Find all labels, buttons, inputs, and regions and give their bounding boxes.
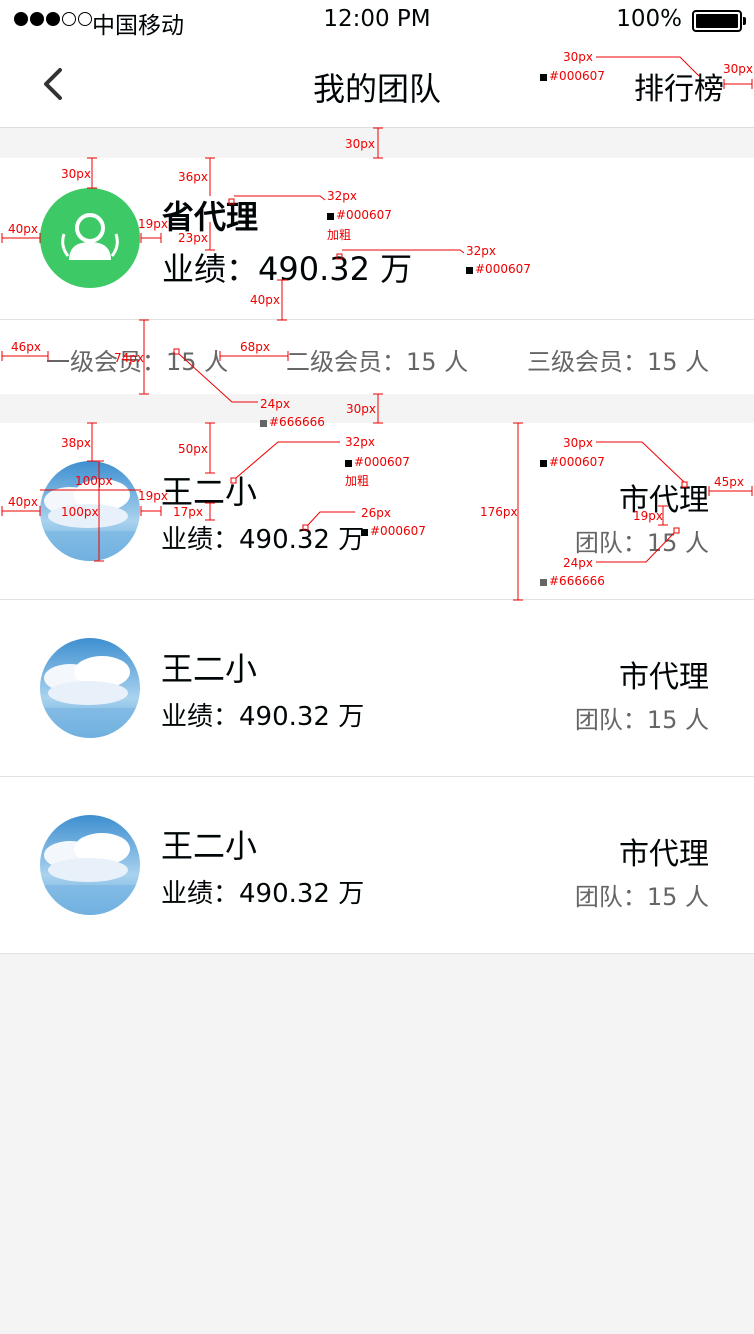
annotation-lines <box>1 56 753 601</box>
annotation-label: 19px <box>633 509 663 523</box>
annotation-label: 24px <box>563 556 593 570</box>
annotation-label: 46px <box>11 340 41 354</box>
annotation-label: 176px <box>480 505 518 519</box>
annotation-label: 19px <box>138 217 168 231</box>
annotation-label: 68px <box>240 340 270 354</box>
annotation-label: 74px <box>114 351 144 365</box>
annotation-color-label: #000607 <box>540 456 605 468</box>
annotation-label: 36px <box>178 170 208 184</box>
annotation-label: 100px <box>61 505 99 519</box>
annotation-label: 50px <box>178 442 208 456</box>
annotation-color-label: #000607 <box>540 70 605 82</box>
annotation-label: 32px <box>345 435 375 449</box>
annotation-label: 40px <box>8 222 38 236</box>
annotation-label: 26px <box>361 506 391 520</box>
annotation-color-label: #000607 <box>361 525 426 537</box>
annotation-label: 24px <box>260 397 290 411</box>
annotation-label: 45px <box>714 475 744 489</box>
annotation-label: 30px <box>563 50 593 64</box>
annotation-label: 32px <box>466 244 496 258</box>
annotation-label: 30px <box>345 137 375 151</box>
annotation-label: 17px <box>173 505 203 519</box>
annotation-label: 加粗 <box>327 228 352 242</box>
annotation-color-label: #666666 <box>260 416 325 428</box>
annotation-color-label: #666666 <box>540 575 605 587</box>
annotation-label: 30px <box>346 402 376 416</box>
annotation-label: 30px <box>61 167 91 181</box>
annotation-label: 19px <box>138 489 168 503</box>
annotation-label: 40px <box>250 293 280 307</box>
annotation-label: 100px <box>75 474 113 488</box>
annotation-label: 32px <box>327 189 357 203</box>
annotation-label: 加粗 <box>345 474 370 488</box>
annotation-color-label: #000607 <box>327 209 392 221</box>
annotation-label: 40px <box>8 495 38 509</box>
annotation-label: 23px <box>178 231 208 245</box>
annotation-color-label: #000607 <box>345 456 410 468</box>
annotation-label: 30px <box>723 62 753 76</box>
annotation-label: 30px <box>563 436 593 450</box>
annotation-label: 38px <box>61 436 91 450</box>
annotation-color-label: #000607 <box>466 263 531 275</box>
